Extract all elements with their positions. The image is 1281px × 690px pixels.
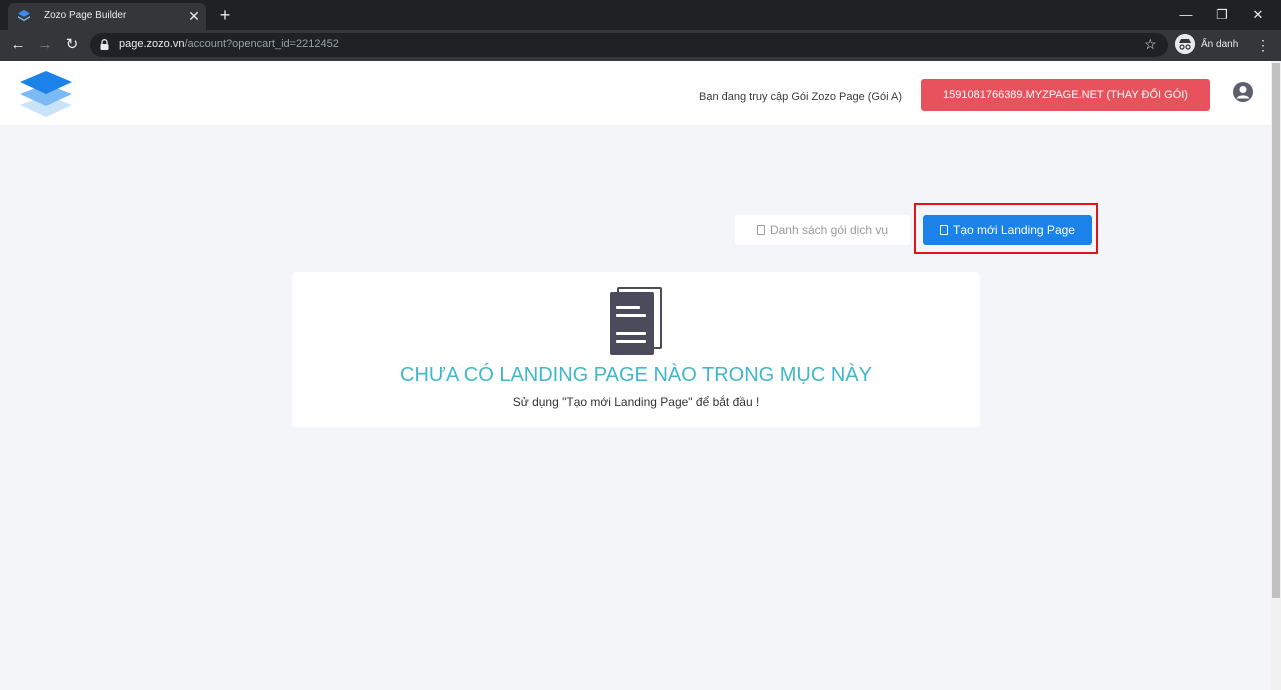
address-bar[interactable]: page.zozo.vn/account?opencart_id=2212452… [90, 33, 1168, 57]
tab-strip: Zozo Page Builder ✕ + — ❐ ✕ [0, 0, 1281, 30]
site-header: Bạn đang truy cập Gói Zozo Page (Gói A) … [0, 61, 1271, 125]
reload-icon[interactable]: ↻ [61, 34, 83, 56]
incognito-profile[interactable]: Ẩn danh [1175, 34, 1261, 56]
user-account-icon[interactable] [1233, 82, 1253, 102]
lock-icon [100, 39, 109, 50]
document-icon [756, 225, 765, 235]
scrollbar-thumb[interactable] [1272, 63, 1280, 598]
minimize-icon[interactable]: — [1168, 0, 1204, 30]
close-tab-icon[interactable]: ✕ [187, 7, 201, 25]
change-plan-button[interactable]: 1591081766389.MYZPAGE.NET (THAY ĐỔI GÓI) [921, 79, 1210, 111]
access-info-text: Bạn đang truy cập Gói Zozo Page (Gói A) [699, 91, 903, 103]
browser-tab[interactable]: Zozo Page Builder ✕ [8, 3, 206, 30]
service-packages-label: Danh sách gói dịch vụ [769, 223, 889, 237]
browser-menu-icon[interactable]: ⋮ [1256, 34, 1270, 56]
empty-state-title: CHƯA CÓ LANDING PAGE NÀO TRONG MỤC NÀY [400, 364, 872, 386]
documents-icon [610, 287, 662, 355]
highlight-annotation [914, 203, 1098, 254]
incognito-icon [1175, 34, 1195, 54]
url-host: page.zozo.vn [119, 38, 185, 50]
close-window-icon[interactable]: ✕ [1240, 0, 1276, 30]
new-tab-icon[interactable]: + [216, 5, 234, 25]
empty-state-subtitle: Sử dụng "Tạo mới Landing Page" để bắt đầ… [512, 395, 760, 409]
browser-toolbar: ← → ↻ page.zozo.vn/account?opencart_id=2… [0, 30, 1281, 61]
url-path: /account?opencart_id=2212452 [184, 38, 339, 50]
browser-chrome: Zozo Page Builder ✕ + — ❐ ✕ ← → ↻ page.z… [0, 0, 1281, 61]
tab-title: Zozo Page Builder [44, 10, 127, 21]
bookmark-star-icon[interactable]: ☆ [1144, 36, 1157, 53]
forward-icon[interactable]: → [34, 34, 56, 56]
empty-state-card: CHƯA CÓ LANDING PAGE NÀO TRONG MỤC NÀY S… [292, 272, 980, 427]
restore-icon[interactable]: ❐ [1204, 0, 1240, 30]
zozo-logo-icon[interactable] [20, 67, 72, 119]
url-text: page.zozo.vn/account?opencart_id=2212452 [119, 38, 339, 50]
page-scrollbar[interactable] [1271, 61, 1281, 690]
profile-label: Ẩn danh [1201, 39, 1239, 50]
service-packages-button[interactable]: Danh sách gói dịch vụ [735, 215, 910, 245]
back-icon[interactable]: ← [7, 34, 29, 56]
layers-icon [18, 10, 30, 21]
